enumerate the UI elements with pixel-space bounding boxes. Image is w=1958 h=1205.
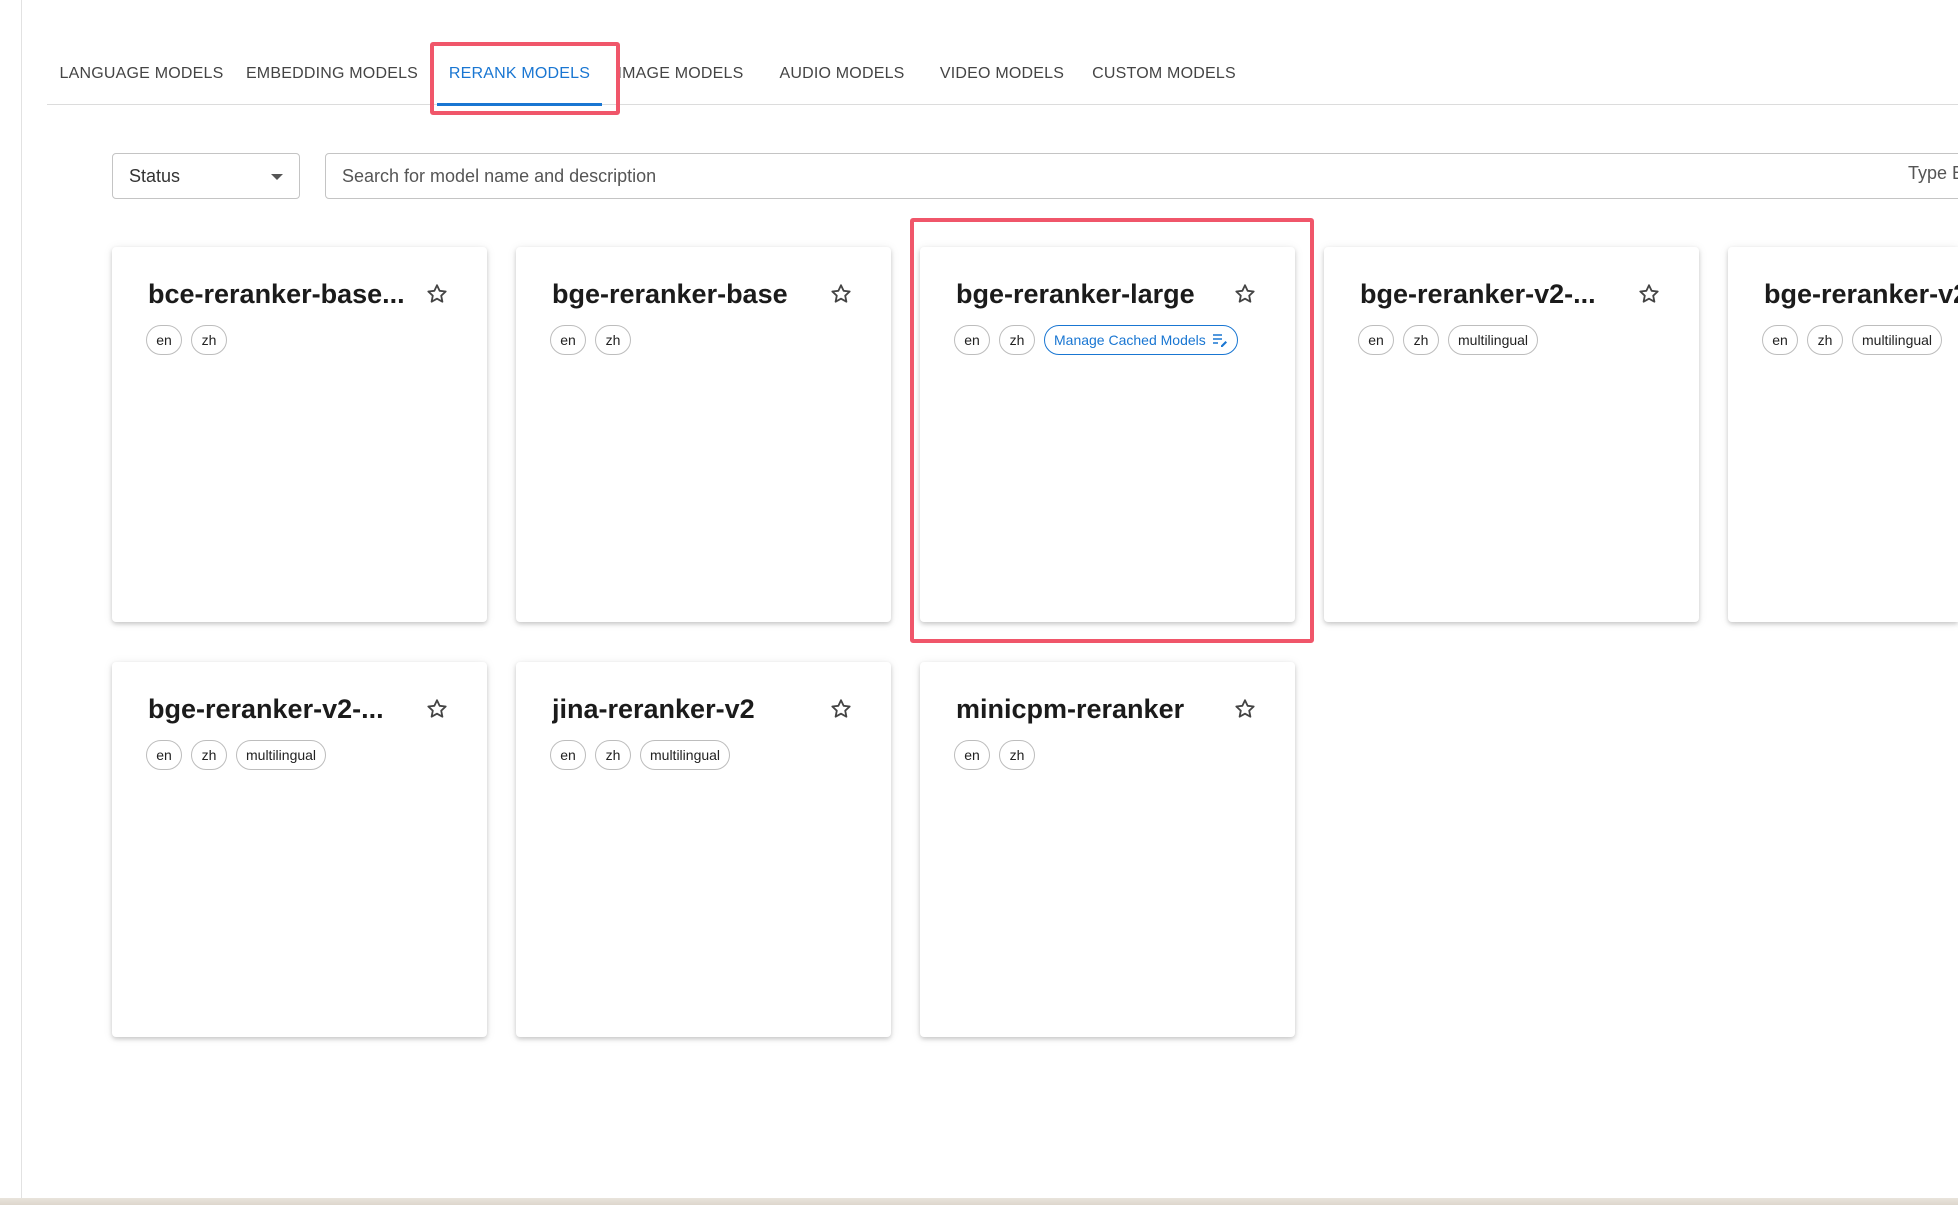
tab-label: CUSTOM MODELS: [1092, 65, 1236, 82]
tab-audio-models[interactable]: AUDIO MODELS: [767, 43, 917, 105]
model-name: bge-reranker-v2-...: [148, 694, 384, 724]
tab-label: RERANK MODELS: [448, 65, 591, 82]
star-outline-icon[interactable]: [1233, 282, 1257, 306]
model-name: bge-reranker-base: [552, 279, 788, 309]
tag-list: en zh: [954, 740, 1035, 770]
tag-chip: zh: [595, 740, 631, 770]
model-card-bge-reranker-v2-b[interactable]: bge-reranker-v2 en zh multilingual: [1728, 247, 1958, 622]
model-card-bge-reranker-base[interactable]: bge-reranker-base en zh: [516, 247, 891, 622]
tag-chip: zh: [1807, 325, 1843, 355]
model-name: bce-reranker-base...: [148, 279, 405, 309]
left-border: [21, 0, 22, 1198]
tag-chip: en: [954, 740, 990, 770]
model-name: jina-reranker-v2: [552, 694, 755, 724]
tag-chip: multilingual: [1852, 325, 1943, 355]
manage-cached-models-label: Manage Cached Models: [1054, 332, 1206, 348]
star-outline-icon[interactable]: [829, 282, 853, 306]
tab-label: EMBEDDING MODELS: [245, 65, 419, 82]
model-card-bce-reranker-base[interactable]: bce-reranker-base... en zh: [112, 247, 487, 622]
active-tab-indicator: [437, 103, 602, 106]
model-card-jina-reranker-v2[interactable]: jina-reranker-v2 en zh multilingual: [516, 662, 891, 1037]
model-card-bge-reranker-large[interactable]: bge-reranker-large en zh Manage Cached M…: [920, 247, 1295, 622]
tab-video-models[interactable]: VIDEO MODELS: [929, 43, 1075, 105]
search-field[interactable]: [325, 153, 1958, 199]
tag-chip: zh: [1403, 325, 1439, 355]
tag-chip: multilingual: [1448, 325, 1539, 355]
tab-image-models[interactable]: IMAGE MODELS: [611, 43, 750, 105]
tag-chip: multilingual: [640, 740, 731, 770]
tag-chip: multilingual: [236, 740, 327, 770]
model-name: bge-reranker-v2: [1764, 279, 1958, 309]
tab-language-models[interactable]: LANGUAGE MODELS: [47, 43, 236, 105]
manage-cached-models-button[interactable]: Manage Cached Models: [1044, 325, 1238, 355]
bottom-edge: [0, 1198, 1958, 1205]
tag-chip: zh: [191, 325, 227, 355]
status-select-label: Status: [129, 165, 181, 186]
tab-label: VIDEO MODELS: [939, 65, 1065, 82]
star-outline-icon[interactable]: [1233, 697, 1257, 721]
tag-chip: en: [146, 325, 182, 355]
tag-list: en zh multilingual: [146, 740, 327, 770]
model-card-bge-reranker-v2-c[interactable]: bge-reranker-v2-... en zh multilingual: [112, 662, 487, 1037]
star-outline-icon[interactable]: [829, 697, 853, 721]
model-name: bge-reranker-v2-...: [1360, 279, 1596, 309]
tag-list: en zh multilingual: [1358, 325, 1539, 355]
tag-chip: zh: [999, 325, 1035, 355]
tag-chip: zh: [191, 740, 227, 770]
type-filter-label[interactable]: Type E: [1908, 163, 1958, 184]
tag-list: en zh Manage Cached Models: [954, 325, 1238, 355]
model-type-tabs: LANGUAGE MODELS EMBEDDING MODELS RERANK …: [47, 43, 1958, 106]
tag-chip: en: [954, 325, 990, 355]
star-outline-icon[interactable]: [425, 697, 449, 721]
model-card-bge-reranker-v2-a[interactable]: bge-reranker-v2-... en zh multilingual: [1324, 247, 1699, 622]
tag-list: en zh multilingual: [550, 740, 731, 770]
tag-chip: en: [550, 325, 586, 355]
tag-chip: en: [1358, 325, 1394, 355]
model-card-minicpm-reranker[interactable]: minicpm-reranker en zh: [920, 662, 1295, 1037]
tab-label: IMAGE MODELS: [617, 65, 744, 82]
tag-list: en zh: [550, 325, 631, 355]
tag-chip: zh: [595, 325, 631, 355]
tag-list: en zh: [146, 325, 227, 355]
model-name: minicpm-reranker: [956, 694, 1185, 724]
tab-embedding-models[interactable]: EMBEDDING MODELS: [242, 43, 422, 105]
tab-rerank-models[interactable]: RERANK MODELS: [437, 43, 602, 106]
playlist-edit-icon: [1212, 334, 1227, 347]
star-outline-icon[interactable]: [1637, 282, 1661, 306]
status-select[interactable]: Status: [112, 153, 300, 199]
tab-label: LANGUAGE MODELS: [59, 65, 224, 82]
model-name: bge-reranker-large: [956, 279, 1195, 309]
caret-down-icon: [271, 174, 283, 180]
star-outline-icon[interactable]: [425, 282, 449, 306]
tag-chip: en: [1762, 325, 1798, 355]
tag-chip: en: [550, 740, 586, 770]
search-input[interactable]: [342, 165, 1958, 187]
tag-list: en zh multilingual: [1762, 325, 1943, 355]
tab-label: AUDIO MODELS: [779, 65, 905, 82]
tab-custom-models[interactable]: CUSTOM MODELS: [1087, 43, 1241, 105]
tag-chip: en: [146, 740, 182, 770]
tag-chip: zh: [999, 740, 1035, 770]
